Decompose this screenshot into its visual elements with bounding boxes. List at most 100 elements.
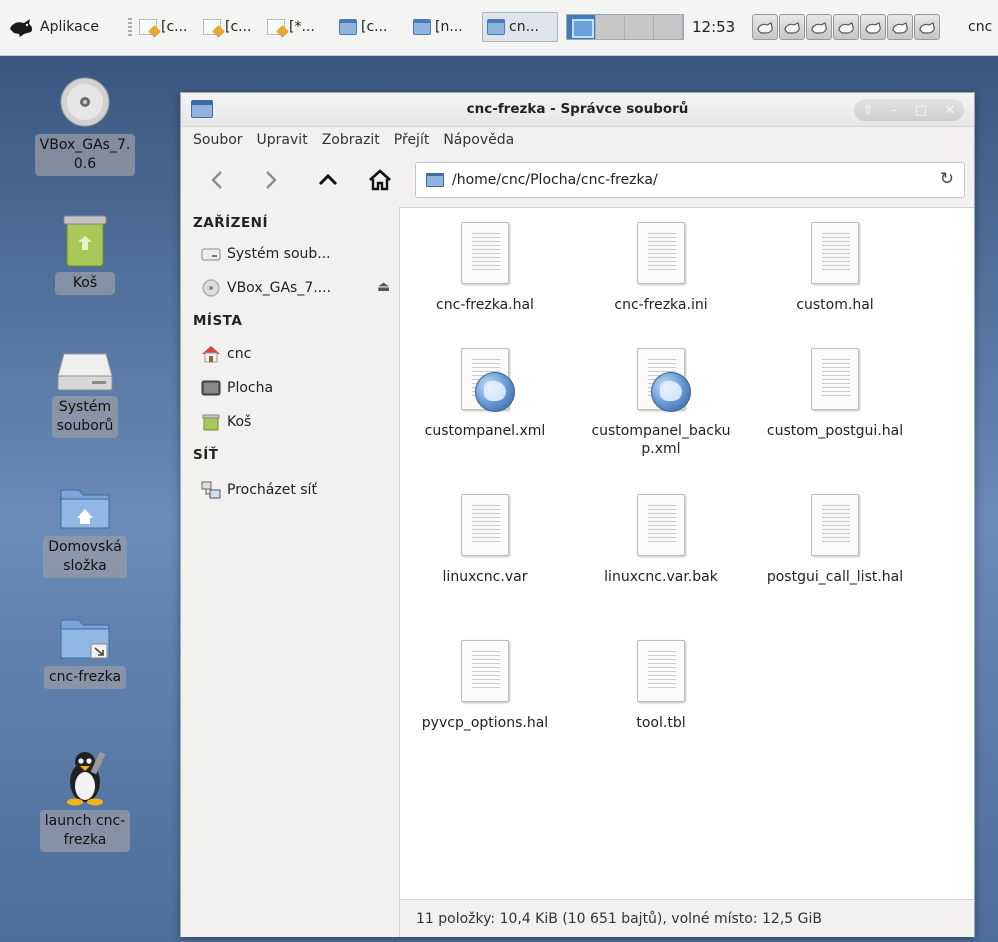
file-item[interactable]: custompanel.xml [406,348,564,440]
desktop-icon-label: launch cnc- frezka [39,810,131,852]
menu-item-soubor[interactable]: Soubor [193,132,243,148]
file-item[interactable]: custom_postgui.hal [756,348,914,440]
sidebar-item-label: cnc [227,346,252,362]
cdrom-icon [202,279,220,297]
workspace-switcher[interactable] [566,14,684,40]
folder-link-icon [60,619,110,659]
taskbar-button[interactable]: [c... [198,12,260,42]
menu-item-upravit[interactable]: Upravit [257,132,308,148]
text-editor-icon [203,19,221,35]
file-name: cnc-frezka.ini [614,297,708,313]
desktop-icon-home-folder[interactable]: Domovská složka [28,484,142,578]
desktop-icon-label: cnc-frezka [43,666,127,689]
file-item[interactable]: cnc-frezka.ini [582,222,740,314]
applications-menu-button[interactable]: Aplikace [6,12,130,42]
file-item[interactable]: custom.hal [756,222,914,314]
taskbar-button[interactable]: [c... [134,12,196,42]
tux-icon [67,751,106,806]
menu-item-přejít[interactable]: Přejít [394,132,430,148]
sidebar-item-label: Procházet síť [227,482,317,498]
cdrom-icon [60,77,110,127]
file-icon-view[interactable]: cnc-frezka.hal cnc-frezka.ini custom.hal cu… [399,207,974,899]
workspace-4[interactable] [654,15,683,39]
sidebar-item-cnc[interactable]: cnc [201,343,251,365]
sidebar-item-label: VBox_GAs_7.... [227,280,332,296]
network-connection-icon[interactable] [887,14,913,40]
taskbar-button[interactable]: [c... [334,12,406,42]
taskbar-button-label: [c... [161,19,188,35]
taskbar-button-label: [*... [289,19,315,35]
menu-item-nápověda[interactable]: Nápověda [443,132,514,148]
minimize-window-icon[interactable]: – [891,103,898,118]
workspace-2[interactable] [596,15,625,39]
location-path: /home/cnc/Plocha/cnc-frezka/ [452,172,658,188]
panel-clock[interactable]: 12:53 [692,12,735,42]
file-name: custom_postgui.hal [766,423,904,439]
workspace-1[interactable] [567,15,596,39]
text-editor-icon [267,19,285,35]
file-name: tool.tbl [636,715,686,731]
text-document-icon [459,640,511,702]
file-item[interactable]: linuxcnc.var [406,494,564,586]
close-window-icon[interactable]: ✕ [944,103,955,118]
sidebar-item-trash[interactable]: Koš [201,411,251,433]
sidebar-item-filesystem[interactable]: Systém soub... [201,243,331,265]
desktop-icon-filesystem[interactable]: Systém souborů [28,350,142,438]
workspace-3[interactable] [625,15,654,39]
taskbar-button[interactable]: cn... [482,12,558,42]
taskbar-button-label: [n... [435,19,463,35]
desktop-icon-trash[interactable]: Koš [28,208,142,295]
network-connection-icon[interactable] [806,14,832,40]
taskbar-button-label: [c... [361,19,388,35]
reload-icon[interactable]: ↻ [940,169,954,189]
network-connection-icon[interactable] [752,14,778,40]
panel-separator [128,18,132,36]
sidebar-item-desktop[interactable]: Plocha [201,377,273,399]
menu-bar: Soubor Upravit Zobrazit Přejít Nápověda [181,127,974,153]
xml-document-icon [635,348,691,412]
eject-icon[interactable]: ⏏ [377,279,390,295]
taskbar-button[interactable]: [*... [262,12,332,42]
sidebar-item-browse-network[interactable]: Procházet síť [201,479,317,501]
file-item[interactable]: cnc-frezka.hal [406,222,564,314]
network-connection-icon[interactable] [860,14,886,40]
sidebar-item-label: Systém soub... [227,246,331,262]
location-bar[interactable]: /home/cnc/Plocha/cnc-frezka/ ↻ [415,162,965,198]
applications-menu-label: Aplikace [40,19,99,35]
file-item[interactable]: tool.tbl [582,640,740,732]
sidebar-item-label: Koš [227,414,252,430]
network-connection-icon[interactable] [914,14,940,40]
taskbar-button[interactable]: [n... [408,12,480,42]
chevron-up-icon [318,173,338,186]
file-item[interactable]: pyvcp_options.hal [406,640,564,732]
desktop-icon-label: Koš [55,272,115,295]
file-item[interactable]: linuxcnc.var.bak [582,494,740,586]
file-name: custompanel.xml [424,423,546,439]
desktop-icon-launch-cnc-frezka[interactable]: launch cnc- frezka [28,748,142,852]
forward-button[interactable] [253,163,287,197]
shade-window-icon[interactable]: ⇧ [863,103,874,118]
back-button[interactable] [201,163,235,197]
panel-user-name[interactable]: cnc [968,12,992,42]
file-item[interactable]: postgui_call_list.hal [756,494,914,586]
sidebar-item-label: Plocha [227,380,274,396]
text-document-icon [635,222,687,284]
text-document-icon [459,494,511,556]
home-button[interactable] [363,163,397,197]
file-item[interactable]: custompanel_backup.xml [582,348,740,458]
network-connection-icon[interactable] [833,14,859,40]
text-document-icon [635,640,687,702]
sidebar-item-vbox-cd[interactable]: VBox_GAs_7.... [201,277,331,299]
text-document-icon [635,494,687,556]
maximize-window-icon[interactable]: □ [915,103,927,118]
network-connection-icon[interactable] [779,14,805,40]
menu-item-zobrazit[interactable]: Zobrazit [322,132,380,148]
window-titlebar[interactable]: cnc-frezka - Správce souborů ⇧ – □ ✕ [181,93,974,127]
file-name: custompanel_backup.xml [591,423,731,457]
taskbar-button-label: [c... [225,19,252,35]
desktop-icon-vbox-cd[interactable]: VBox_GAs_7. 0.6 [28,74,142,176]
network-heading: SÍŤ [193,447,219,463]
file-name: linuxcnc.var.bak [604,569,718,585]
parent-folder-button[interactable] [311,163,345,197]
desktop-icon-cnc-frezka[interactable]: cnc-frezka [28,614,142,689]
